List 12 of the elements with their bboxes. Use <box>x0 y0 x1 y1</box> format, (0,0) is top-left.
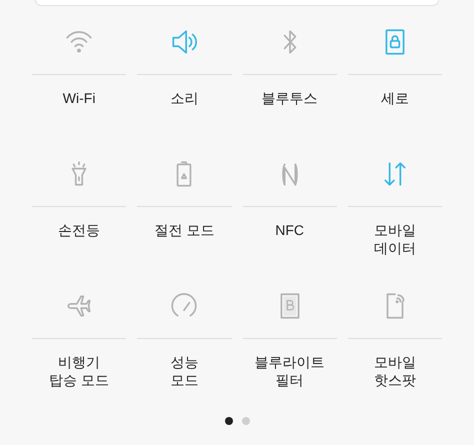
tile-label: 소리 <box>170 89 198 108</box>
tile-label: 블루투스 <box>262 89 318 108</box>
tile-label: NFC <box>275 221 304 240</box>
tile-label: 절전 모드 <box>154 221 214 240</box>
tile-label: 손전등 <box>58 221 100 240</box>
tile-label: Wi-Fi <box>62 89 96 108</box>
tile-label: 모바일 데이터 <box>374 221 416 258</box>
tile-label: 비행기 탑승 모드 <box>49 353 110 390</box>
tile-label: 성능 모드 <box>170 353 198 390</box>
tile-label: 세로 <box>380 89 409 108</box>
tile-label: 모바일 핫스팟 <box>374 353 416 390</box>
tile-label: 블루라이트 필터 <box>254 353 325 390</box>
